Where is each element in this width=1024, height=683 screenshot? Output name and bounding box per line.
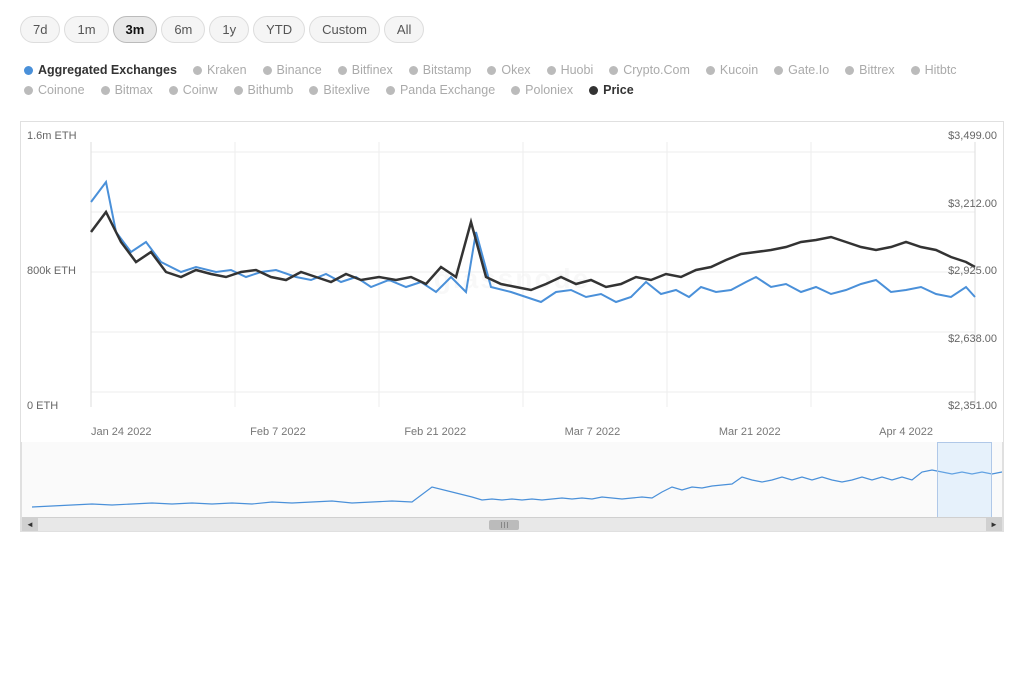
legend-label-hitbtc: Hitbtc bbox=[925, 63, 957, 77]
legend-dot-coinone bbox=[24, 86, 33, 95]
chart-main[interactable]: glassnode 1.6m ETH 800k ETH bbox=[21, 122, 1003, 442]
legend-label-aggregated: Aggregated Exchanges bbox=[38, 63, 177, 77]
legend-item-bitmax[interactable]: Bitmax bbox=[101, 83, 153, 97]
time-btn-3m[interactable]: 3m bbox=[113, 16, 158, 43]
legend-dot-kraken bbox=[193, 66, 202, 75]
thumb-grip-2 bbox=[504, 522, 505, 528]
time-btn-all[interactable]: All bbox=[384, 16, 424, 43]
legend-dot-panda bbox=[386, 86, 395, 95]
legend-label-price: Price bbox=[603, 83, 634, 97]
legend-label-bitfinex: Bitfinex bbox=[352, 63, 393, 77]
time-range-selector: 7d 1m 3m 6m 1y YTD Custom All bbox=[20, 16, 1004, 43]
scroll-right-button[interactable]: ► bbox=[986, 518, 1002, 532]
legend-item-aggregated[interactable]: Aggregated Exchanges bbox=[24, 63, 177, 77]
legend-item-bithumb[interactable]: Bithumb bbox=[234, 83, 294, 97]
legend-item-coinone[interactable]: Coinone bbox=[24, 83, 85, 97]
y-right-label-5: $2,351.00 bbox=[939, 400, 997, 412]
time-btn-1m[interactable]: 1m bbox=[64, 16, 108, 43]
legend-dot-bitexlive bbox=[309, 86, 318, 95]
legend-dot-gateio bbox=[774, 66, 783, 75]
legend-item-binance[interactable]: Binance bbox=[263, 63, 322, 77]
legend-label-bithumb: Bithumb bbox=[248, 83, 294, 97]
y-axis-right: $3,499.00 $3,212.00 $2,925.00 $2,638.00 … bbox=[933, 122, 1003, 442]
time-btn-6m[interactable]: 6m bbox=[161, 16, 205, 43]
legend-dot-bitmax bbox=[101, 86, 110, 95]
legend-dot-poloniex bbox=[511, 86, 520, 95]
legend-item-poloniex[interactable]: Poloniex bbox=[511, 83, 573, 97]
legend-dot-bithumb bbox=[234, 86, 243, 95]
y-right-label-4: $2,638.00 bbox=[939, 333, 997, 345]
legend-item-panda[interactable]: Panda Exchange bbox=[386, 83, 495, 97]
legend-dot-okex bbox=[487, 66, 496, 75]
y-right-label-1: $3,499.00 bbox=[939, 130, 997, 142]
legend-dot-binance bbox=[263, 66, 272, 75]
legend-label-okex: Okex bbox=[501, 63, 530, 77]
x-label-3: Mar 7 2022 bbox=[565, 426, 621, 438]
legend-dot-aggregated bbox=[24, 66, 33, 75]
legend-label-panda: Panda Exchange bbox=[400, 83, 495, 97]
thumb-grip-1 bbox=[501, 522, 502, 528]
y-right-label-2: $3,212.00 bbox=[939, 198, 997, 210]
x-label-2: Feb 21 2022 bbox=[404, 426, 466, 438]
legend-item-hitbtc[interactable]: Hitbtc bbox=[911, 63, 957, 77]
legend-label-gateio: Gate.Io bbox=[788, 63, 829, 77]
legend-item-kraken[interactable]: Kraken bbox=[193, 63, 247, 77]
navigator-scrollbar: ◄ ► bbox=[22, 517, 1002, 531]
legend-item-okex[interactable]: Okex bbox=[487, 63, 530, 77]
time-btn-ytd[interactable]: YTD bbox=[253, 16, 305, 43]
legend-label-bitexlive: Bitexlive bbox=[323, 83, 370, 97]
legend-item-cryptocom[interactable]: Crypto.Com bbox=[609, 63, 690, 77]
x-label-5: Apr 4 2022 bbox=[879, 426, 933, 438]
legend-item-huobi[interactable]: Huobi bbox=[547, 63, 594, 77]
legend-label-poloniex: Poloniex bbox=[525, 83, 573, 97]
chart-navigator[interactable]: 2016 2018 2020 2022 ◄ ► bbox=[21, 442, 1003, 532]
x-label-1: Feb 7 2022 bbox=[250, 426, 306, 438]
legend-label-kucoin: Kucoin bbox=[720, 63, 758, 77]
legend-label-binance: Binance bbox=[277, 63, 322, 77]
legend-label-kraken: Kraken bbox=[207, 63, 247, 77]
legend-dot-bitstamp bbox=[409, 66, 418, 75]
legend-dot-hitbtc bbox=[911, 66, 920, 75]
x-axis: Jan 24 2022 Feb 7 2022 Feb 21 2022 Mar 7… bbox=[91, 426, 933, 438]
time-btn-7d[interactable]: 7d bbox=[20, 16, 60, 43]
legend-label-bittrex: Bittrex bbox=[859, 63, 894, 77]
legend-item-kucoin[interactable]: Kucoin bbox=[706, 63, 758, 77]
y-left-label-bot: 0 ETH bbox=[27, 400, 85, 412]
legend-item-bitexlive[interactable]: Bitexlive bbox=[309, 83, 370, 97]
chart-wrapper: glassnode 1.6m ETH 800k ETH bbox=[20, 121, 1004, 532]
legend-dot-kucoin bbox=[706, 66, 715, 75]
legend-item-coinw[interactable]: Coinw bbox=[169, 83, 218, 97]
legend-dot-bitfinex bbox=[338, 66, 347, 75]
legend-dot-price bbox=[589, 86, 598, 95]
legend-label-bitmax: Bitmax bbox=[115, 83, 153, 97]
scroll-thumb[interactable] bbox=[489, 520, 519, 530]
legend-item-bitstamp[interactable]: Bitstamp bbox=[409, 63, 472, 77]
chart-legend: Aggregated Exchanges Kraken Binance Bitf… bbox=[20, 63, 1004, 97]
scroll-left-button[interactable]: ◄ bbox=[22, 518, 38, 532]
legend-item-price[interactable]: Price bbox=[589, 83, 634, 97]
legend-dot-coinw bbox=[169, 86, 178, 95]
y-axis-left: 1.6m ETH 800k ETH 0 ETH bbox=[21, 122, 91, 442]
x-label-0: Jan 24 2022 bbox=[91, 426, 152, 438]
time-btn-custom[interactable]: Custom bbox=[309, 16, 380, 43]
thumb-grip-3 bbox=[507, 522, 508, 528]
legend-label-bitstamp: Bitstamp bbox=[423, 63, 472, 77]
x-label-4: Mar 21 2022 bbox=[719, 426, 781, 438]
legend-dot-cryptocom bbox=[609, 66, 618, 75]
time-btn-1y[interactable]: 1y bbox=[209, 16, 249, 43]
legend-label-huobi: Huobi bbox=[561, 63, 594, 77]
legend-label-cryptocom: Crypto.Com bbox=[623, 63, 690, 77]
navigator-svg bbox=[22, 442, 1003, 518]
legend-dot-bittrex bbox=[845, 66, 854, 75]
legend-item-bitfinex[interactable]: Bitfinex bbox=[338, 63, 393, 77]
legend-item-bittrex[interactable]: Bittrex bbox=[845, 63, 894, 77]
legend-label-coinw: Coinw bbox=[183, 83, 218, 97]
legend-dot-huobi bbox=[547, 66, 556, 75]
legend-label-coinone: Coinone bbox=[38, 83, 85, 97]
chart-svg bbox=[21, 122, 1003, 442]
y-left-label-top: 1.6m ETH bbox=[27, 130, 85, 142]
legend-item-gateio[interactable]: Gate.Io bbox=[774, 63, 829, 77]
y-left-label-mid: 800k ETH bbox=[27, 265, 85, 277]
y-right-label-3: $2,925.00 bbox=[939, 265, 997, 277]
